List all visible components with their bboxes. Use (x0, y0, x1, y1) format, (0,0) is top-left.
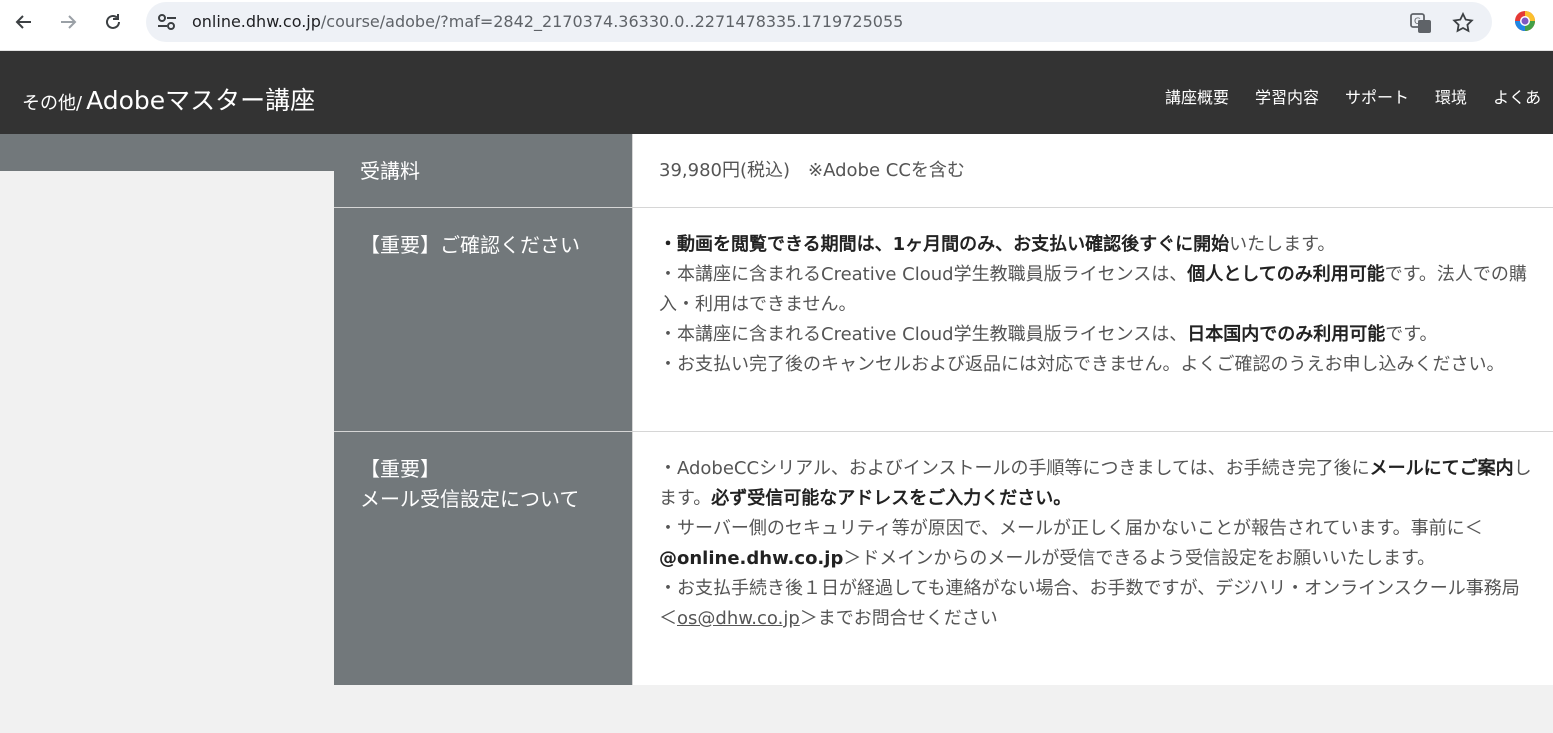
row-header-confirm: 【重要】ご確認ください (334, 208, 633, 431)
confirm-note-1: ・動画を閲覧できる期間は、1ヶ月間のみ、お支払い確認後すぐに開始いたします。 (659, 234, 1336, 255)
sidebar-bar (0, 134, 334, 171)
table-row: 受講料 39,980円(税込) ※Adobe CCを含む (334, 134, 1553, 208)
course-info-table: 受講料 39,980円(税込) ※Adobe CCを含む 【重要】ご確認ください… (334, 134, 1553, 685)
browser-toolbar: online.dhw.co.jp/course/adobe/?maf=2842_… (0, 0, 1553, 51)
mail-header-line-1: 【重要】 (360, 457, 440, 481)
mail-note-3: ・お支払手続き後１日が経過しても連絡がない場合、お手数ですが、デジハリ・オンライ… (659, 578, 1520, 629)
address-bar[interactable]: online.dhw.co.jp/course/adobe/?maf=2842_… (146, 2, 1492, 42)
nav-item-environment[interactable]: 環境 (1435, 84, 1467, 108)
mail-header-line-2: メール受信設定について (360, 487, 580, 511)
site-header: その他/Adobeマスター講座 講座概要 学習内容 サポート 環境 よくあ (0, 51, 1553, 134)
url-path: /course/adobe/?maf=2842_2170374.36330.0.… (320, 12, 904, 31)
translate-icon[interactable]: G (1410, 12, 1432, 34)
confirm-note-2: ・本講座に含まれるCreative Cloud学生教職員版ライセンスは、個人とし… (659, 264, 1527, 315)
forward-button[interactable] (53, 8, 83, 36)
table-row: 【重要】ご確認ください ・動画を閲覧できる期間は、1ヶ月間のみ、お支払い確認後す… (334, 208, 1553, 432)
site-settings-icon[interactable] (156, 12, 178, 32)
mail-note-2: ・サーバー側のセキュリティ等が原因で、メールが正しく届かないことが報告されていま… (659, 518, 1483, 569)
reload-icon (106, 14, 120, 29)
nav-item-curriculum[interactable]: 学習内容 (1255, 84, 1319, 108)
row-header-mail: 【重要】 メール受信設定について (334, 432, 633, 685)
row-header-fee: 受講料 (334, 134, 633, 207)
mail-note-1: ・AdobeCCシリアル、およびインストールの手順等につきましては、お手続き完了… (659, 458, 1532, 509)
arrow-right-icon (61, 15, 77, 29)
url-host: online.dhw.co.jp (192, 12, 321, 31)
site-logo[interactable]: その他/Adobeマスター講座 (22, 81, 315, 117)
arrow-left-icon (15, 15, 31, 29)
nav-item-overview[interactable]: 講座概要 (1165, 84, 1229, 108)
fee-value: 39,980円(税込) ※Adobe CCを含む (633, 134, 1553, 207)
confirm-note-3: ・本講座に含まれるCreative Cloud学生教職員版ライセンスは、日本国内… (659, 324, 1438, 345)
confirm-notes: ・動画を閲覧できる期間は、1ヶ月間のみ、お支払い確認後すぐに開始いたします。 ・… (633, 208, 1553, 431)
logo-category: その他/ (22, 93, 83, 114)
back-button[interactable] (9, 8, 39, 36)
nav-item-faq[interactable]: よくあ (1493, 84, 1541, 108)
support-email-link[interactable]: os@dhw.co.jp (677, 608, 800, 629)
logo-title: Adobeマスター講座 (86, 86, 316, 115)
global-nav: 講座概要 学習内容 サポート 環境 よくあ (1165, 84, 1541, 108)
confirm-note-4: ・お支払い完了後のキャンセルおよび返品には対応できません。よくご確認のうえお申し… (659, 354, 1505, 375)
table-row: 【重要】 メール受信設定について ・AdobeCCシリアル、およびインストールの… (334, 432, 1553, 685)
bookmark-star-icon[interactable] (1452, 12, 1474, 34)
svg-text:G: G (1414, 17, 1421, 27)
url-text[interactable]: online.dhw.co.jp/course/adobe/?maf=2842_… (192, 12, 903, 31)
mail-notes: ・AdobeCCシリアル、およびインストールの手順等につきましては、お手続き完了… (633, 432, 1553, 685)
profile-extension-icon[interactable] (1514, 10, 1536, 32)
reload-button[interactable] (98, 8, 128, 36)
nav-item-support[interactable]: サポート (1345, 84, 1409, 108)
